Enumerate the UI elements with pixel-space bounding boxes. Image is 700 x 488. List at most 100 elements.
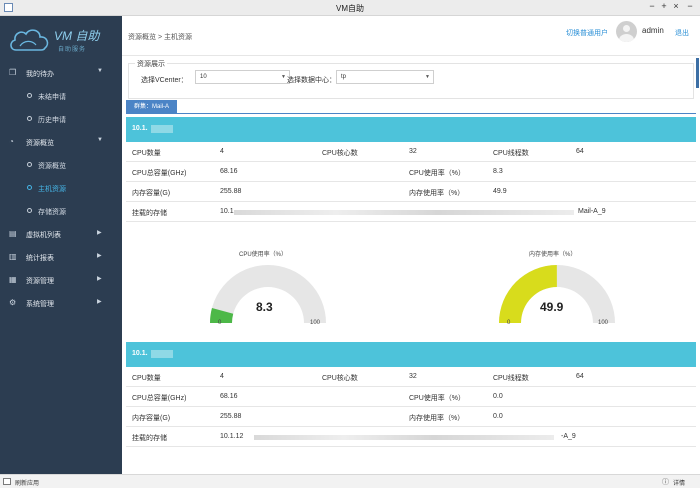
- gauge-max-label: 100: [310, 320, 321, 326]
- gear-icon: ⚙: [9, 298, 17, 307]
- refresh-app-link[interactable]: 刷新应用: [15, 478, 39, 487]
- tab-underline: [126, 113, 696, 114]
- server-icon: ▤: [9, 229, 17, 238]
- cpu-gauge-value: 8.3: [256, 300, 273, 314]
- cpu-usage-label: CPU使用率（%）: [409, 170, 466, 177]
- cpu-count-value: 4: [220, 148, 224, 155]
- tab-cluster[interactable]: 群集：Mail-A: [126, 100, 177, 114]
- sidebar-item-storage-resources[interactable]: 存储资源: [0, 199, 122, 222]
- cpu-count-label: CPU数量: [132, 375, 161, 382]
- sidebar-item-host-resources[interactable]: 主机资源: [0, 176, 122, 199]
- resource-filter: 资源展示 选择VCenter： 10 ▼ 选择数据中心： tp ▼: [128, 59, 694, 99]
- storage-label: 挂载的存储: [132, 210, 167, 217]
- cpu-threads-value: 64: [576, 148, 584, 155]
- storage-suffix: -A_9: [561, 433, 576, 440]
- sidebar-item-label: 历史申请: [38, 117, 66, 124]
- storage-label: 挂载的存储: [132, 435, 167, 442]
- circle-icon: [27, 208, 32, 213]
- detail-link[interactable]: 详情: [673, 478, 685, 487]
- cpu-usage-value: 0.0: [493, 393, 503, 400]
- sidebar-item-resource-mgmt[interactable]: ▦ 资源管理 ▶: [0, 268, 122, 291]
- circle-icon: [27, 116, 32, 121]
- table-row: 挂载的存储 10.1.12 -A_9: [126, 427, 696, 447]
- host-header: 10.1.: [126, 117, 696, 142]
- chevron-down-icon: ▼: [97, 137, 103, 143]
- cpu-capacity-value: 68.16: [220, 393, 238, 400]
- mem-capacity-value: 255.88: [220, 188, 242, 195]
- minimize-alt-icon[interactable]: −: [685, 1, 695, 11]
- mem-gauge-value: 49.9: [540, 300, 564, 314]
- close-icon[interactable]: ×: [671, 1, 681, 11]
- mem-capacity-value: 255.88: [220, 413, 242, 420]
- chevron-down-icon: ▼: [97, 68, 103, 74]
- window-title: VM自助: [336, 4, 364, 13]
- sidebar: VM 自助 自助服务 ❒ 我的待办 ▼ 未结申请 历史申请 ◔ 资源概览 ▼ 资…: [0, 16, 122, 474]
- cpu-usage-gauge: [210, 264, 326, 323]
- sidebar-item-overview[interactable]: 资源概览: [0, 153, 122, 176]
- redacted-ip: [151, 125, 173, 133]
- minimize-icon[interactable]: −: [647, 1, 657, 11]
- caret-down-icon: ▼: [425, 74, 430, 80]
- cpu-capacity-label: CPU总容量(GHz): [132, 170, 187, 177]
- chevron-right-icon: ▶: [97, 276, 102, 282]
- vcenter-select[interactable]: 10 ▼: [195, 70, 290, 84]
- sidebar-item-pending[interactable]: 未结申请: [0, 84, 122, 107]
- table-row: CPU数量 4 CPU核心数 32 CPU线程数 64: [126, 367, 696, 387]
- table-row: CPU总容量(GHz) 68.16 CPU使用率（%） 8.3: [126, 162, 696, 182]
- topbar: 资源概览 > 主机资源 切换普通用户 admin 退出: [122, 16, 700, 56]
- sidebar-item-label: 我的待办: [26, 71, 54, 78]
- table-row: CPU总容量(GHz) 68.16 CPU使用率（%） 0.0: [126, 387, 696, 407]
- cpu-usage-value: 8.3: [493, 168, 503, 175]
- sidebar-item-label: 资源概览: [38, 163, 66, 170]
- chevron-right-icon: ▶: [97, 299, 102, 305]
- host-stats-table: CPU数量 4 CPU核心数 32 CPU线程数 64 CPU总容量(GHz) …: [126, 142, 696, 222]
- breadcrumb: 资源概览 > 主机资源: [128, 34, 192, 41]
- sidebar-item-system-mgmt[interactable]: ⚙ 系统管理 ▶: [0, 291, 122, 314]
- table-row: CPU数量 4 CPU核心数 32 CPU线程数 64: [126, 142, 696, 162]
- host-stats-table: CPU数量 4 CPU核心数 32 CPU线程数 64 CPU总容量(GHz) …: [126, 367, 696, 447]
- sidebar-item-label: 系统管理: [26, 301, 54, 308]
- circle-icon: [27, 162, 32, 167]
- sidebar-item-vm-list[interactable]: ▤ 虚拟机列表 ▶: [0, 222, 122, 245]
- chevron-right-icon: ▶: [97, 230, 102, 236]
- redacted-ip: [151, 350, 173, 358]
- scrollbar-thumb[interactable]: [696, 58, 699, 88]
- redacted-storage: [234, 210, 574, 215]
- avatar[interactable]: [616, 21, 637, 42]
- host-ip: 10.1.: [132, 125, 148, 132]
- sidebar-item-label: 主机资源: [38, 186, 66, 193]
- storage-suffix: Mail-A_9: [578, 208, 606, 215]
- main-content: 资源概览 > 主机资源 切换普通用户 admin 退出 资源展示 选择VCent…: [122, 16, 700, 474]
- cpu-usage-label: CPU使用率（%）: [409, 395, 466, 402]
- datacenter-value: tp: [341, 74, 347, 80]
- sidebar-item-resource-overview[interactable]: ◔ 资源概览 ▼: [0, 130, 122, 153]
- logout-link[interactable]: 退出: [675, 28, 689, 38]
- gauge-fill: [499, 265, 557, 323]
- mem-capacity-label: 内存容量(G): [132, 415, 171, 422]
- datacenter-label: 选择数据中心：: [287, 77, 336, 84]
- host-card: 10.1. CPU数量 4 CPU核心数 32 CPU线程数 64 CPU总容量…: [126, 342, 696, 474]
- avatar-body: [619, 34, 634, 42]
- vcenter-value: 10: [200, 74, 207, 80]
- switch-user-link[interactable]: 切换普通用户: [566, 28, 608, 38]
- avatar-head: [623, 25, 630, 32]
- gauge-min-label: 0: [507, 320, 511, 326]
- app-logo: VM 自助 自助服务: [6, 20, 118, 60]
- sidebar-item-history[interactable]: 历史申请: [0, 107, 122, 130]
- cpu-cores-label: CPU核心数: [322, 150, 358, 157]
- storage-prefix: 10.1.12: [220, 433, 244, 440]
- circle-icon: [27, 93, 32, 98]
- bookmark-icon: ❒: [9, 68, 17, 77]
- sidebar-item-label: 统计报表: [26, 255, 54, 262]
- info-icon: ⓘ: [662, 479, 669, 486]
- circle-icon: [27, 185, 32, 190]
- restore-icon[interactable]: +: [659, 1, 669, 11]
- app-refresh-icon: [3, 478, 11, 485]
- sidebar-item-label: 未结申请: [38, 94, 66, 101]
- sidebar-item-stats-report[interactable]: ▥ 统计报表 ▶: [0, 245, 122, 268]
- cpu-count-value: 4: [220, 373, 224, 380]
- cpu-capacity-value: 68.16: [220, 168, 238, 175]
- sidebar-item-my-tasks[interactable]: ❒ 我的待办 ▼: [0, 61, 122, 84]
- logo-brand: VM 自助: [54, 29, 100, 43]
- datacenter-select[interactable]: tp ▼: [336, 70, 434, 84]
